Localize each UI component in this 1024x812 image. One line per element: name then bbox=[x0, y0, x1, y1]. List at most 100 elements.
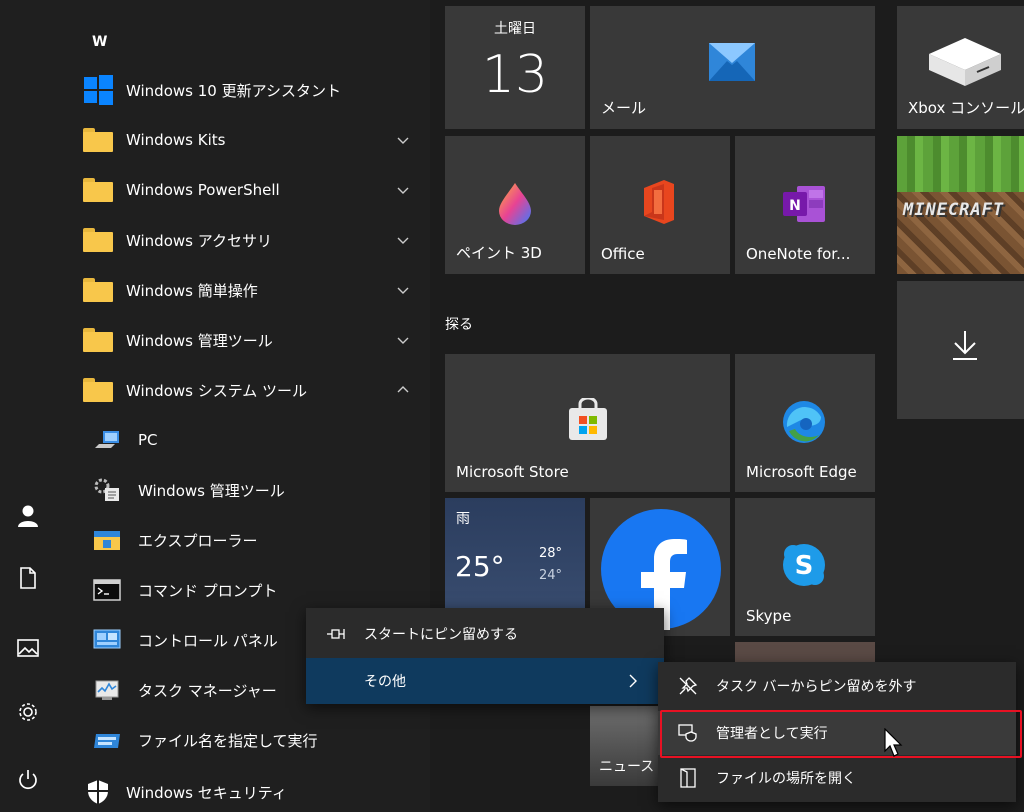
minecraft-grass bbox=[897, 136, 1024, 192]
minecraft-logo-text: MINECRAFT bbox=[903, 200, 1005, 220]
folder-windows-accessories[interactable]: Windows アクセサリ bbox=[56, 216, 430, 264]
chevron-down-icon bbox=[397, 287, 409, 294]
admin-tools-icon bbox=[92, 476, 122, 504]
app-label: Windows 10 更新アシスタント bbox=[126, 81, 341, 100]
folder-icon bbox=[82, 176, 114, 204]
tile-label: Microsoft Edge bbox=[746, 463, 857, 481]
tile-label: OneNote for... bbox=[746, 245, 851, 263]
more-submenu-item[interactable]: その他 bbox=[306, 658, 664, 704]
shield-icon bbox=[82, 778, 114, 806]
app-windows10-update-assistant[interactable]: Windows 10 更新アシスタント bbox=[56, 66, 430, 114]
unpin-from-taskbar-item[interactable]: タスク バーからピン留めを外す bbox=[658, 664, 1016, 708]
pictures-button[interactable] bbox=[10, 630, 46, 666]
chevron-right-icon bbox=[629, 674, 637, 688]
app-pc[interactable]: PC bbox=[56, 416, 430, 464]
download-tile[interactable] bbox=[897, 281, 1024, 419]
tile-label: Skype bbox=[746, 607, 792, 625]
office-tile[interactable]: Office bbox=[590, 136, 730, 274]
edge-icon bbox=[783, 401, 825, 443]
menu-label: スタートにピン留めする bbox=[364, 627, 518, 643]
app-label: Windows 簡単操作 bbox=[126, 281, 258, 300]
app-label: ファイル名を指定して実行 bbox=[138, 731, 318, 750]
mail-tile[interactable]: メール bbox=[590, 6, 875, 129]
skype-tile[interactable]: S Skype bbox=[735, 498, 875, 636]
chevron-down-icon bbox=[397, 137, 409, 144]
minecraft-tile[interactable]: MINECRAFT bbox=[897, 136, 1024, 274]
open-folder-icon bbox=[678, 768, 698, 788]
onenote-tile[interactable]: N OneNote for... bbox=[735, 136, 875, 274]
group-label-explore: 探る bbox=[445, 317, 473, 333]
app-run[interactable]: ファイル名を指定して実行 bbox=[56, 716, 430, 764]
user-icon bbox=[18, 505, 38, 527]
folder-icon bbox=[82, 376, 114, 404]
folder-icon bbox=[82, 226, 114, 254]
calendar-tile[interactable]: 土曜日 13 bbox=[445, 6, 585, 129]
weather-high: 28° bbox=[539, 546, 563, 561]
pin-to-start-item[interactable]: スタートにピン留めする bbox=[306, 612, 664, 656]
letter-header-w[interactable]: W bbox=[92, 34, 107, 50]
app-label: Windows 管理ツール bbox=[126, 331, 273, 350]
calendar-date: 13 bbox=[481, 45, 549, 105]
onenote-icon: N bbox=[783, 186, 825, 222]
user-account-button[interactable] bbox=[10, 498, 46, 534]
power-button[interactable] bbox=[10, 762, 46, 798]
xbox-console-tile[interactable]: Xbox コンソール... bbox=[897, 6, 1024, 129]
app-label: Windows Kits bbox=[126, 131, 226, 149]
file-explorer-icon bbox=[92, 526, 122, 554]
command-prompt-icon bbox=[92, 576, 122, 604]
paint3d-icon bbox=[499, 183, 531, 225]
tile-label: Office bbox=[601, 245, 645, 263]
calendar-day: 土曜日 bbox=[494, 21, 536, 37]
download-arrow-icon bbox=[953, 331, 977, 360]
paint3d-tile[interactable]: ペイント 3D bbox=[445, 136, 585, 274]
menu-label: ファイルの場所を開く bbox=[716, 771, 856, 787]
chevron-down-icon bbox=[397, 237, 409, 244]
tile-label: メール bbox=[601, 99, 647, 117]
control-panel-icon bbox=[92, 626, 122, 654]
folder-windows-system-tools[interactable]: Windows システム ツール bbox=[56, 366, 430, 414]
app-label: コマンド プロンプト bbox=[138, 581, 278, 600]
office-icon bbox=[644, 180, 674, 224]
highlight-box bbox=[660, 710, 1022, 758]
documents-button[interactable] bbox=[10, 560, 46, 596]
open-file-location-item[interactable]: ファイルの場所を開く bbox=[658, 756, 1016, 800]
document-icon bbox=[20, 567, 36, 589]
settings-button[interactable] bbox=[10, 694, 46, 730]
run-icon bbox=[92, 726, 122, 754]
gear-icon bbox=[19, 703, 37, 721]
chevron-down-icon bbox=[397, 187, 409, 194]
folder-windows-powershell[interactable]: Windows PowerShell bbox=[56, 166, 430, 214]
app-windows-admin-tools[interactable]: Windows 管理ツール bbox=[56, 466, 430, 514]
xbox-console-icon bbox=[929, 38, 1001, 86]
pc-icon bbox=[92, 426, 122, 454]
pin-icon bbox=[326, 624, 346, 644]
microsoft-store-tile[interactable]: Microsoft Store bbox=[445, 354, 730, 492]
task-manager-icon bbox=[92, 676, 122, 704]
start-left-rail bbox=[0, 0, 56, 812]
power-icon bbox=[19, 770, 37, 790]
tile-label: ニュース bbox=[599, 759, 655, 775]
app-file-explorer[interactable]: エクスプローラー bbox=[56, 516, 430, 564]
app-windows-security[interactable]: Windows セキュリティ bbox=[56, 768, 430, 812]
menu-label: その他 bbox=[364, 674, 406, 690]
folder-icon bbox=[82, 276, 114, 304]
app-command-prompt[interactable]: コマンド プロンプト bbox=[56, 566, 430, 614]
weather-temperature: 25° bbox=[455, 550, 505, 583]
app-label: Windows PowerShell bbox=[126, 181, 280, 199]
svg-text:S: S bbox=[795, 551, 814, 581]
app-label: エクスプローラー bbox=[138, 531, 258, 550]
store-bag-icon bbox=[569, 398, 607, 440]
app-label: Windows アクセサリ bbox=[126, 231, 272, 250]
menu-label: タスク バーからピン留めを外す bbox=[716, 679, 917, 695]
chevron-up-icon bbox=[397, 386, 409, 393]
tile-label: Microsoft Store bbox=[456, 463, 569, 481]
app-label: コントロール パネル bbox=[138, 631, 278, 650]
app-label: Windows システム ツール bbox=[126, 381, 308, 400]
folder-windows-ease-of-access[interactable]: Windows 簡単操作 bbox=[56, 266, 430, 314]
app-label: Windows セキュリティ bbox=[126, 783, 287, 802]
mouse-cursor-icon bbox=[884, 728, 903, 757]
folder-windows-admin-tools[interactable]: Windows 管理ツール bbox=[56, 316, 430, 364]
folder-windows-kits[interactable]: Windows Kits bbox=[56, 116, 430, 164]
microsoft-edge-tile[interactable]: Microsoft Edge bbox=[735, 354, 875, 492]
app-label: PC bbox=[138, 431, 158, 449]
